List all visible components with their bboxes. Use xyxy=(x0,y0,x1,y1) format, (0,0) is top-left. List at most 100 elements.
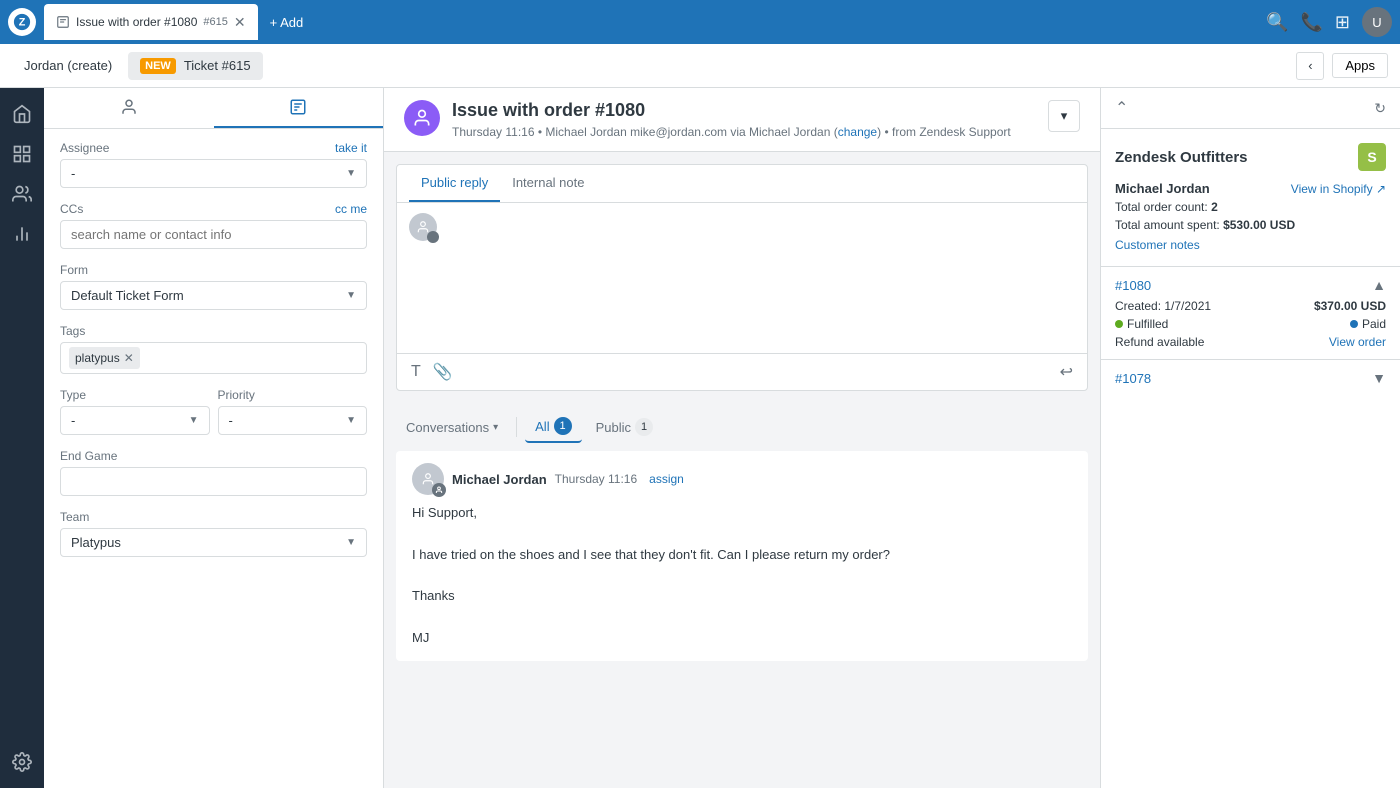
conv-all-badge: 1 xyxy=(554,417,572,435)
message-avatar xyxy=(412,463,444,495)
end-game-field: End Game xyxy=(60,449,367,496)
message-assign-link[interactable]: assign xyxy=(649,472,684,486)
order-1078-expand-button[interactable]: ▼ xyxy=(1372,370,1386,386)
form-select[interactable]: Default Ticket Form ▼ xyxy=(60,281,367,310)
ticket-title-area: Issue with order #1080 Thursday 11:16 • … xyxy=(452,100,1036,139)
priority-caret: ▼ xyxy=(346,415,356,426)
sidebar-tab-user[interactable] xyxy=(44,88,214,128)
tab-close-icon[interactable]: ✕ xyxy=(234,14,246,31)
subtab-ticket-615[interactable]: NEW Ticket #615 xyxy=(128,52,262,80)
reply-tabs: Public reply Internal note xyxy=(397,165,1087,203)
grid-icon[interactable]: ⊞ xyxy=(1335,12,1350,33)
ticket-header: Issue with order #1080 Thursday 11:16 • … xyxy=(384,88,1100,152)
add-tab-label: + Add xyxy=(270,15,304,30)
user-avatar[interactable]: U xyxy=(1362,7,1392,37)
ticket-meta-date: Thursday 11:16 xyxy=(452,125,535,139)
team-value: Platypus xyxy=(71,535,121,550)
conv-public-badge: 1 xyxy=(635,418,653,436)
refresh-panel-button[interactable]: ↻ xyxy=(1374,100,1386,117)
conv-tab-conversations[interactable]: Conversations ▾ xyxy=(396,414,508,441)
order-1078-id[interactable]: #1078 xyxy=(1115,371,1151,386)
reply-text-editor[interactable] xyxy=(445,213,1075,343)
fulfilled-label: Fulfilled xyxy=(1127,317,1168,331)
ticket-meta-source: from Zendesk Support xyxy=(892,125,1011,139)
ticket-meta-change-link[interactable]: change xyxy=(838,125,877,139)
search-icon[interactable]: 🔍 xyxy=(1266,12,1288,33)
add-tab-button[interactable]: + Add xyxy=(262,15,312,30)
subtab-jordan-create[interactable]: Jordan (create) xyxy=(12,52,124,79)
team-select[interactable]: Platypus ▼ xyxy=(60,528,367,557)
cc-me-link[interactable]: cc me xyxy=(335,202,367,216)
subtabs-right: ‹ › Apps xyxy=(1296,52,1388,80)
shop-name: Zendesk Outfitters xyxy=(1115,149,1248,166)
subtabs-bar: Jordan (create) NEW Ticket #615 ‹ › Apps xyxy=(0,44,1400,88)
order-1078-section: #1078 ▼ xyxy=(1101,359,1400,396)
message-header: Michael Jordan Thursday 11:16 assign xyxy=(412,463,1072,495)
tag-label: platypus xyxy=(75,351,120,365)
new-badge: NEW xyxy=(140,58,176,74)
ticket-meta-email: mike@jordan.com via Michael Jordan xyxy=(630,125,830,139)
message-avatar-badge xyxy=(432,483,446,497)
view-order-link[interactable]: View order xyxy=(1329,335,1386,349)
apps-button[interactable]: Apps xyxy=(1332,53,1388,78)
assignee-select[interactable]: - ▼ xyxy=(60,159,367,188)
conv-tabs: Conversations ▾ All 1 Public 1 xyxy=(396,403,1088,451)
form-label: Form xyxy=(60,263,88,277)
type-caret: ▼ xyxy=(189,415,199,426)
customer-spent-stats: Total amount spent: $530.00 USD xyxy=(1115,218,1386,232)
reply-tab-internal[interactable]: Internal note xyxy=(500,165,596,202)
collapse-panel-button[interactable]: ⌃ xyxy=(1115,98,1128,118)
assignee-label: Assignee xyxy=(60,141,109,155)
order-1080-refund-row: Refund available View order xyxy=(1115,335,1386,349)
ccs-input[interactable] xyxy=(60,220,367,249)
attach-button[interactable]: 📎 xyxy=(431,360,455,384)
priority-label: Priority xyxy=(218,388,255,402)
team-caret: ▼ xyxy=(346,537,356,548)
conv-tab-public[interactable]: Public 1 xyxy=(586,412,663,442)
type-select[interactable]: - ▼ xyxy=(60,406,210,435)
refund-label: Refund available xyxy=(1115,335,1204,349)
tab-ticket-icon xyxy=(56,15,70,29)
ticket-title: Issue with order #1080 xyxy=(452,100,1036,121)
reply-tab-public[interactable]: Public reply xyxy=(409,165,500,202)
phone-icon[interactable]: 📞 xyxy=(1300,12,1322,33)
form-field: Form Default Ticket Form ▼ xyxy=(60,263,367,310)
svg-text:Z: Z xyxy=(19,17,26,29)
conv-filter-label: Conversations xyxy=(406,420,489,435)
paid-label: Paid xyxy=(1362,317,1386,331)
customer-notes-link[interactable]: Customer notes xyxy=(1115,238,1386,252)
customer-row: Michael Jordan View in Shopify ↗ xyxy=(1115,181,1386,196)
type-priority-row: Type - ▼ Priority - ▼ xyxy=(60,388,367,449)
tag-remove-icon[interactable]: ✕ xyxy=(124,351,134,365)
view-shopify-link[interactable]: View in Shopify ↗ xyxy=(1291,182,1386,196)
end-game-input[interactable] xyxy=(60,467,367,496)
order-1080-id[interactable]: #1080 xyxy=(1115,278,1151,293)
type-value: - xyxy=(71,413,75,428)
ccs-field: CCs cc me xyxy=(60,202,367,249)
nav-reports-icon[interactable] xyxy=(4,216,40,252)
take-it-link[interactable]: take it xyxy=(335,141,367,155)
conversations-area: Conversations ▾ All 1 Public 1 xyxy=(384,403,1100,788)
tags-container[interactable]: platypus ✕ xyxy=(60,342,367,374)
conv-tab-all[interactable]: All 1 xyxy=(525,411,581,443)
text-format-button[interactable]: T xyxy=(409,361,423,383)
sidebar-icon-tabs xyxy=(44,88,383,129)
active-tab[interactable]: Issue with order #1080 #615 ✕ xyxy=(44,4,258,40)
sidebar-tab-details[interactable] xyxy=(214,88,384,128)
tags-field: Tags platypus ✕ xyxy=(60,324,367,374)
paid-status: Paid xyxy=(1350,317,1386,331)
nav-settings-icon[interactable] xyxy=(4,744,40,780)
tab-title: Issue with order #1080 xyxy=(76,15,197,29)
end-game-label: End Game xyxy=(60,449,117,463)
conv-divider xyxy=(516,417,517,437)
send-button[interactable]: ↩ xyxy=(1058,360,1075,384)
conv-tab-public-label: Public xyxy=(596,420,631,435)
nav-home-icon[interactable] xyxy=(4,96,40,132)
order-1080-status-row: Fulfilled Paid xyxy=(1115,317,1386,331)
nav-back-button[interactable]: ‹ xyxy=(1296,52,1324,80)
nav-contacts-icon[interactable] xyxy=(4,176,40,212)
order-1080-collapse-button[interactable]: ▲ xyxy=(1372,277,1386,293)
nav-views-icon[interactable] xyxy=(4,136,40,172)
priority-select[interactable]: - ▼ xyxy=(218,406,368,435)
ticket-dropdown-button[interactable]: ▾ xyxy=(1048,100,1080,132)
